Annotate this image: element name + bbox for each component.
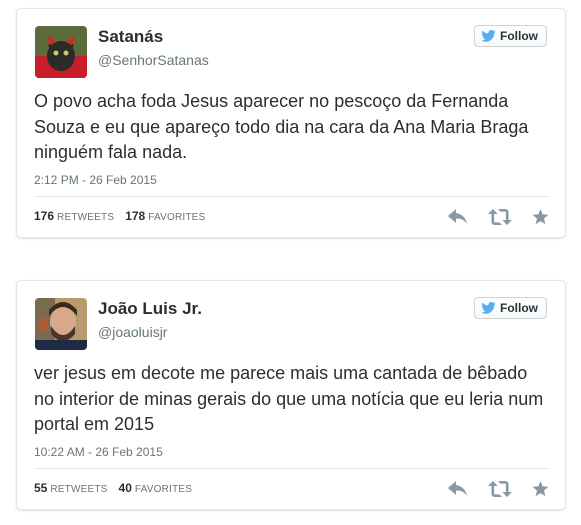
retweet-label: RETWEETS — [57, 212, 115, 223]
tweet-card: Satanás @SenhorSatanas Follow O povo ach… — [16, 8, 566, 238]
tweet-timestamp[interactable]: 2:12 PM - 26 Feb 2015 — [34, 173, 157, 187]
favorite-label: FAVORITES — [148, 212, 206, 223]
tweet-actions — [448, 481, 549, 502]
twitter-bird-icon — [481, 30, 496, 42]
favorite-count[interactable]: 40 FAVORITES — [119, 481, 193, 495]
favorite-number: 40 — [118, 481, 132, 495]
tweet-text: ver jesus em decote me parece mais uma c… — [34, 363, 544, 434]
reply-icon[interactable] — [448, 209, 468, 230]
follow-button[interactable]: Follow — [474, 297, 547, 319]
favorite-icon[interactable] — [532, 481, 549, 502]
display-name[interactable]: Satanás — [98, 27, 163, 47]
retweet-icon[interactable] — [488, 481, 512, 502]
favorite-number: 178 — [125, 209, 146, 223]
tweet-card: João Luis Jr. @joaoluisjr Follow ver jes… — [16, 280, 566, 510]
retweet-label: RETWEETS — [50, 484, 108, 495]
follow-label: Follow — [500, 301, 538, 315]
divider — [34, 196, 548, 197]
retweet-count[interactable]: 55 RETWEETS — [34, 481, 108, 495]
tweet-actions — [448, 209, 549, 230]
tweet-text: O povo acha foda Jesus aparecer no pesco… — [34, 91, 529, 162]
favorite-count[interactable]: 178 FAVORITES — [125, 209, 205, 223]
display-name[interactable]: João Luis Jr. — [98, 299, 202, 319]
user-handle[interactable]: @SenhorSatanas — [98, 52, 209, 68]
favorite-icon[interactable] — [532, 209, 549, 230]
follow-label: Follow — [500, 29, 538, 43]
retweet-icon[interactable] — [488, 209, 512, 230]
divider — [34, 468, 548, 469]
retweet-count[interactable]: 176 RETWEETS — [34, 209, 114, 223]
tweet-stats: 55 RETWEETS 40 FAVORITES — [34, 481, 192, 495]
reply-icon[interactable] — [448, 481, 468, 502]
twitter-bird-icon — [481, 302, 496, 314]
follow-button[interactable]: Follow — [474, 25, 547, 47]
avatar[interactable] — [35, 298, 87, 350]
tweet-stats: 176 RETWEETS 178 FAVORITES — [34, 209, 205, 223]
avatar[interactable] — [35, 26, 87, 78]
retweet-number: 176 — [34, 209, 55, 223]
retweet-number: 55 — [34, 481, 48, 495]
favorite-label: FAVORITES — [134, 484, 193, 495]
tweet-timestamp[interactable]: 10:22 AM - 26 Feb 2015 — [34, 445, 163, 459]
user-handle[interactable]: @joaoluisjr — [98, 324, 167, 340]
